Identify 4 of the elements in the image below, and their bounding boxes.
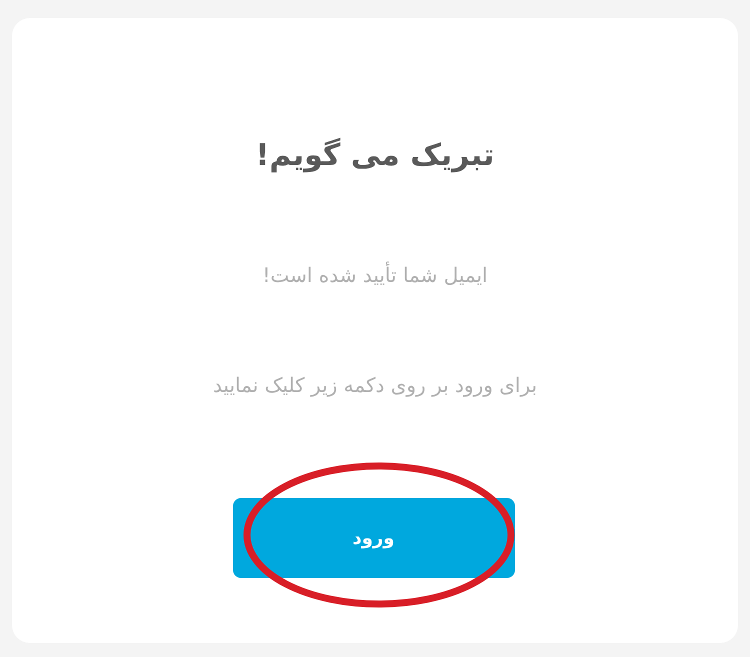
- confirmation-message: ایمیل شما تأیید شده است!: [262, 261, 488, 289]
- heading: تبریک می گویم!: [256, 136, 494, 175]
- login-button[interactable]: ورود: [232, 498, 514, 578]
- instruction-text: برای ورود بر روی دکمه زیر کلیک نمایید: [212, 372, 538, 399]
